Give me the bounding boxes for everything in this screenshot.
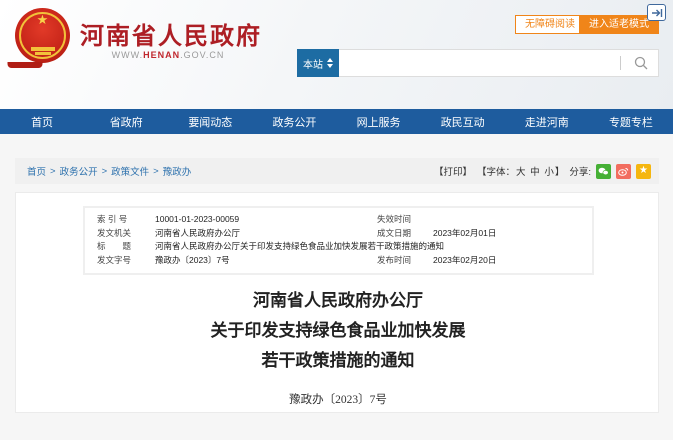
breadcrumb-policy-files[interactable]: 政策文件 <box>111 164 149 178</box>
meta-title-value: 河南省人民政府办公厅关于印发支持绿色食品业加快发展若干政策措施的通知 <box>155 240 580 254</box>
national-emblem-logo: ★ <box>15 8 70 63</box>
meta-agency-label: 发文机关 <box>97 227 155 241</box>
breadcrumb-current: 豫政办 <box>163 164 192 178</box>
font-size-suffix: 】 <box>555 167 565 178</box>
meta-date-written-label: 成文日期 <box>377 227 433 241</box>
dropdown-arrows-icon <box>327 58 333 68</box>
meta-publish-value: 2023年02月20日 <box>433 254 580 268</box>
search-divider <box>620 56 621 70</box>
nav-item-news[interactable]: 要闻动态 <box>168 109 252 134</box>
meta-index-value: 10001-01-2023-00059 <box>155 213 377 227</box>
breadcrumb-gov-affairs[interactable]: 政务公开 <box>60 164 98 178</box>
url-henan: HENAN <box>143 50 180 60</box>
font-size-prefix: 【字体： <box>477 167 515 178</box>
main-nav: 首页 省政府 要闻动态 政务公开 网上服务 政民互动 走进河南 专题专栏 <box>0 109 673 134</box>
font-size-small-button[interactable]: 小 <box>544 167 554 178</box>
meta-row: 标 题 河南省人民政府办公厅关于印发支持绿色食品业加快发展若干政策措施的通知 <box>97 240 580 254</box>
nav-item-home[interactable]: 首页 <box>0 109 84 134</box>
document-metadata-table: 索 引 号 10001-01-2023-00059 失效时间 发文机关 河南省人… <box>83 206 594 275</box>
document-panel: 索 引 号 10001-01-2023-00059 失效时间 发文机关 河南省人… <box>15 192 659 413</box>
meta-index-label: 索 引 号 <box>97 213 155 227</box>
site-search: 本站 <box>297 49 659 77</box>
document-title-line2: 关于印发支持绿色食品业加快发展 <box>16 316 660 346</box>
page-tools: 【打印】 【字体：大 中 小】 分享: ★ <box>434 164 651 179</box>
emblem-gate2 <box>35 52 51 55</box>
print-button[interactable]: 【打印】 <box>434 164 472 178</box>
document-title-line3: 若干政策措施的通知 <box>16 346 660 376</box>
meta-title-label: 标 题 <box>97 240 155 254</box>
emblem-ribbon <box>8 62 43 68</box>
meta-publish-label: 发布时间 <box>377 254 433 268</box>
site-header: ★ 河南省人民政府 WWW.HENAN.GOV.CN 无障碍阅读 进入适老模式 … <box>0 0 673 109</box>
font-size-group: 【字体：大 中 小】 <box>477 164 564 178</box>
breadcrumb-separator: > <box>153 166 159 177</box>
nav-item-interaction[interactable]: 政民互动 <box>421 109 505 134</box>
site-title: 河南省人民政府 <box>80 16 262 51</box>
font-size-medium-button[interactable]: 中 <box>530 167 540 178</box>
font-size-large-button[interactable]: 大 <box>516 167 526 178</box>
search-scope-dropdown[interactable]: 本站 <box>297 49 339 77</box>
meta-doc-no-value: 豫政办〔2023〕7号 <box>155 254 377 268</box>
meta-row: 发文机关 河南省人民政府办公厅 成文日期 2023年02月01日 <box>97 227 580 241</box>
nav-item-about-henan[interactable]: 走进河南 <box>505 109 589 134</box>
breadcrumb-home[interactable]: 首页 <box>27 164 46 178</box>
breadcrumb-bar: 首页 > 政务公开 > 政策文件 > 豫政办 【打印】 【字体：大 中 小】 分… <box>15 158 659 184</box>
document-title-line1: 河南省人民政府办公厅 <box>16 286 660 316</box>
url-govcn: .GOV.CN <box>180 50 224 60</box>
meta-expire-label: 失效时间 <box>377 213 433 227</box>
url-www: WWW. <box>112 50 144 60</box>
meta-row: 索 引 号 10001-01-2023-00059 失效时间 <box>97 213 580 227</box>
meta-agency-value: 河南省人民政府办公厅 <box>155 227 377 241</box>
accessibility-reading-button[interactable]: 无障碍阅读 <box>515 15 585 34</box>
weibo-share-icon[interactable] <box>616 164 631 179</box>
share-label: 分享: <box>569 164 591 178</box>
nav-item-gov-affairs[interactable]: 政务公开 <box>252 109 336 134</box>
favorite-star-icon[interactable]: ★ <box>636 164 651 179</box>
nav-item-special-topics[interactable]: 专题专栏 <box>589 109 673 134</box>
site-url: WWW.HENAN.GOV.CN <box>83 50 253 60</box>
breadcrumb-separator: > <box>102 166 108 177</box>
breadcrumb: 首页 > 政务公开 > 政策文件 > 豫政办 <box>27 164 191 178</box>
emblem-star-icon: ★ <box>15 13 70 26</box>
meta-doc-no-label: 发文字号 <box>97 254 155 268</box>
search-scope-label: 本站 <box>303 56 323 71</box>
wechat-share-icon[interactable] <box>596 164 611 179</box>
search-input[interactable] <box>339 49 659 77</box>
breadcrumb-separator: > <box>50 166 56 177</box>
document-number: 豫政办〔2023〕7号 <box>16 391 660 407</box>
nav-item-online-services[interactable]: 网上服务 <box>337 109 421 134</box>
emblem-gate <box>31 47 55 51</box>
meta-expire-value <box>433 213 580 227</box>
meta-date-written-value: 2023年02月01日 <box>433 227 580 241</box>
document-title: 河南省人民政府办公厅 关于印发支持绿色食品业加快发展 若干政策措施的通知 <box>16 286 660 376</box>
meta-row: 发文字号 豫政办〔2023〕7号 发布时间 2023年02月20日 <box>97 254 580 268</box>
page: ★ 河南省人民政府 WWW.HENAN.GOV.CN 无障碍阅读 进入适老模式 … <box>0 0 673 440</box>
exit-fullscreen-icon[interactable] <box>647 4 666 21</box>
nav-item-provincial-gov[interactable]: 省政府 <box>84 109 168 134</box>
search-icon[interactable] <box>633 55 649 71</box>
